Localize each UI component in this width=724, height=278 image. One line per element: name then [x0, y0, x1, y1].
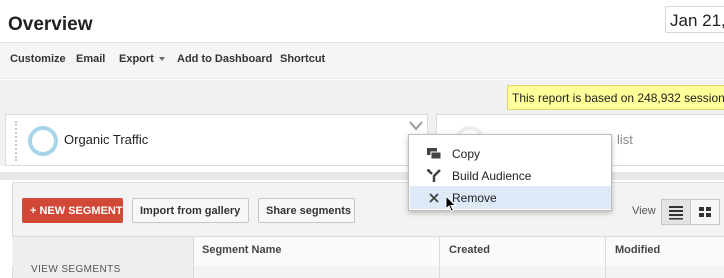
- column-header-modified[interactable]: Modified: [615, 244, 660, 256]
- caret-down-icon: [158, 57, 165, 62]
- view-label: View: [632, 205, 656, 217]
- report-toolbar: Customize Email Export Add to Dashboard …: [0, 43, 724, 79]
- page-title: Overview: [8, 14, 93, 35]
- customize-button[interactable]: Customize: [10, 53, 66, 65]
- new-segment-button[interactable]: + NEW SEGMENT: [22, 198, 123, 223]
- list-view-icon: [669, 206, 683, 220]
- close-icon: [429, 193, 439, 203]
- menu-item-copy[interactable]: Copy: [410, 142, 611, 165]
- list-view-button[interactable]: [661, 199, 691, 225]
- menu-item-label: Remove: [452, 191, 497, 205]
- report-header: Overview Jan 21,: [0, 0, 724, 43]
- column-separator: [439, 236, 440, 278]
- grid-view-button[interactable]: [690, 199, 720, 225]
- menu-item-remove[interactable]: Remove: [410, 186, 611, 209]
- sampling-notice: This report is based on 248,932 sessions: [507, 85, 724, 110]
- copy-icon: [427, 148, 442, 160]
- column-separator: [193, 236, 194, 278]
- segment-card-organic-traffic[interactable]: Organic Traffic: [5, 114, 428, 166]
- segment-ring-icon: [28, 126, 58, 156]
- segment-name: Organic Traffic: [64, 132, 149, 147]
- export-label: Export: [119, 53, 154, 65]
- add-to-dashboard-button[interactable]: Add to Dashboard: [177, 53, 272, 65]
- segment-placeholder-label: list: [617, 132, 633, 147]
- drag-handle[interactable]: [15, 121, 17, 161]
- menu-item-label: Build Audience: [452, 169, 532, 183]
- section-divider: [0, 172, 724, 180]
- column-header-segment-name[interactable]: Segment Name: [202, 244, 281, 256]
- segment-context-menu: Copy Build Audience Remove: [408, 134, 612, 211]
- build-audience-icon: [427, 169, 441, 182]
- export-button[interactable]: Export: [119, 53, 165, 65]
- menu-item-label: Copy: [452, 147, 481, 161]
- import-from-gallery-button[interactable]: Import from gallery: [132, 198, 249, 223]
- view-segments-heading: VIEW SEGMENTS: [31, 264, 121, 275]
- chevron-down-icon[interactable]: [408, 119, 424, 133]
- shortcut-button[interactable]: Shortcut: [280, 53, 325, 65]
- menu-item-build-audience[interactable]: Build Audience: [410, 164, 611, 187]
- email-button[interactable]: Email: [76, 53, 105, 65]
- column-separator: [605, 236, 606, 278]
- mouse-pointer-icon: [445, 195, 457, 213]
- date-range-picker[interactable]: Jan 21,: [665, 6, 724, 33]
- share-segments-button[interactable]: Share segments: [258, 198, 355, 223]
- column-header-created[interactable]: Created: [449, 244, 490, 256]
- grid-view-icon: [699, 207, 711, 217]
